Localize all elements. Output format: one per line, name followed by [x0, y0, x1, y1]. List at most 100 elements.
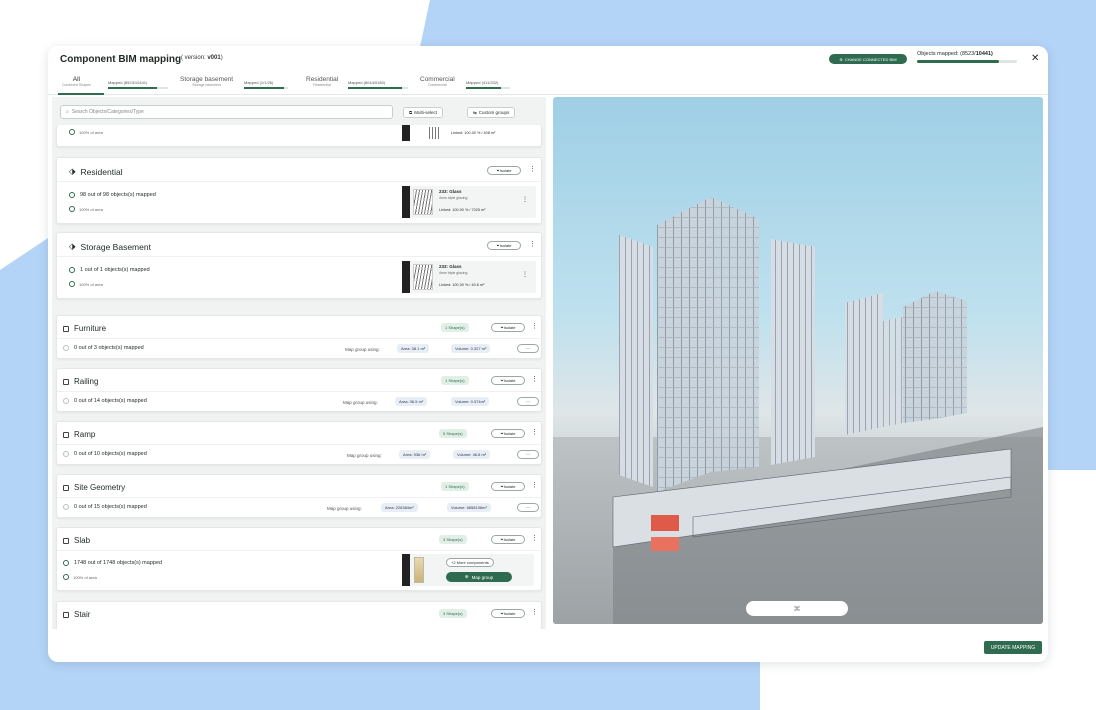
custom-groups-label: Custom groups	[478, 110, 510, 115]
far-tower-2	[883, 317, 903, 427]
change-connected-bim-button[interactable]: ⊕ CHANGE CONNECTED BIM	[829, 54, 907, 64]
volume-chip[interactable]: Volume: 6858106m³	[447, 503, 491, 512]
grid-icon	[63, 611, 69, 618]
volume-chip[interactable]: Volume: 46.8 m³	[453, 450, 491, 459]
tab-storage-progress-fill	[244, 87, 284, 89]
more-button[interactable]: ⋯	[517, 344, 539, 353]
mapped-text: 1748 out of 1748 objects(s) mapped	[74, 560, 163, 566]
search-placeholder: Search Objects/Categories/Type	[71, 109, 144, 115]
map-group-button[interactable]: ⊕ Map group	[446, 572, 512, 582]
volume-chip[interactable]: Volume: 0.374m³	[451, 397, 490, 406]
isolate-button[interactable]: ⏷ Isolate	[491, 535, 525, 544]
objects-mapped-text: Objects mapped: (8523/10441)	[917, 51, 1021, 57]
isolate-button[interactable]: ⏷ Isolate	[491, 429, 525, 438]
viewer-toggle-button[interactable]: ⌘	[746, 601, 848, 616]
group-title: ⬗ Residential	[69, 166, 123, 177]
divider	[57, 338, 541, 339]
map-group-label: Map group using:	[347, 453, 382, 458]
component-selected-tab	[402, 261, 410, 293]
kebab-icon[interactable]: ⋮	[531, 428, 538, 436]
isolate-button[interactable]: ⏷ Isolate	[491, 323, 525, 332]
category-title: Slab	[63, 536, 90, 545]
tab-all-mapped: Mapped (8523/10441)	[108, 80, 168, 89]
area-row: 100% of area	[69, 129, 103, 135]
grid-icon	[63, 537, 69, 544]
update-mapping-button[interactable]: UPDATE MAPPING	[984, 641, 1042, 654]
shapes-badge[interactable]: 1 Shape(s)	[441, 376, 469, 385]
mapped-radio[interactable]	[63, 504, 69, 510]
close-icon[interactable]: ✕	[1031, 53, 1039, 64]
component-thumbnail	[413, 264, 433, 290]
volume-chip[interactable]: Volume: 0.327 m³	[451, 344, 491, 353]
isolate-label: Isolate	[503, 611, 516, 616]
grid-icon	[63, 378, 69, 385]
signage-top	[651, 515, 679, 531]
mapped-radio[interactable]	[63, 398, 69, 404]
isolate-label: Isolate	[503, 431, 516, 436]
category-card-railing: Railing 1 Shape(s) ⏷ Isolate ⋮ 0 out of 1…	[56, 368, 542, 412]
component-card[interactable]: 233: Glass 4mm triple glazing Linked: 10…	[402, 261, 536, 293]
multi-select-button[interactable]: ⧉ Multi-select	[403, 107, 443, 118]
isolate-button[interactable]: ⏷ Isolate	[491, 609, 525, 618]
kebab-icon[interactable]: ⋮	[522, 271, 528, 278]
isolate-button[interactable]: ⏷ Isolate	[491, 482, 525, 491]
mapped-radio[interactable]	[63, 345, 69, 351]
component-selected-tab	[402, 554, 410, 586]
area-chip[interactable]: Area: 226384m²	[381, 503, 418, 512]
shapes-badge[interactable]: 3 Shape(s)	[439, 609, 467, 618]
component-link: Linked: 100.00 % / 40.6 m²	[439, 283, 485, 287]
mapped-row: 0 out of 15 objects(s) mapped	[63, 504, 147, 510]
kebab-icon[interactable]: ⋮	[531, 534, 538, 542]
far-tower-1	[845, 293, 883, 435]
more-button[interactable]: ⋯	[517, 503, 539, 512]
isolate-button[interactable]: ⏷ Isolate	[487, 241, 521, 250]
more-components-button[interactable]: +2 More components	[446, 558, 494, 567]
kebab-icon[interactable]: ⋮	[531, 375, 538, 383]
mapped-radio[interactable]	[63, 451, 69, 457]
area-chip[interactable]: Area: 38.1 m²	[397, 344, 430, 353]
group-card-storage-basement: ⬗ Storage Basement ⏷ Isolate ⋮ 1 out of 1 …	[56, 232, 542, 299]
component-card[interactable]: +2 More components ⊕ Map group	[402, 554, 534, 586]
tab-all[interactable]: All Combined Shapes	[62, 76, 91, 87]
custom-groups-button[interactable]: ⇆ Custom groups	[467, 107, 516, 118]
group-name: Residential	[80, 166, 123, 177]
tab-storage-name: Storage basement	[180, 76, 234, 83]
kebab-icon[interactable]: ⋮	[522, 196, 528, 203]
kebab-icon[interactable]: ⋮	[531, 322, 538, 330]
objects-mapped-progress	[917, 60, 1017, 63]
component-thumbnail	[427, 127, 439, 139]
category-card-furniture: Furniture 1 Shape(s) ⏷ Isolate ⋮ 0 out of…	[56, 315, 542, 359]
more-button[interactable]: ⋯	[517, 397, 539, 406]
component-thumbnail	[414, 557, 424, 583]
kebab-icon[interactable]: ⋮	[531, 481, 538, 489]
tab-commercial-mapped: Mapped (411/332)	[466, 80, 510, 89]
area-chip[interactable]: Area: 36.5 m²	[395, 397, 428, 406]
category-card-slab: Slab 3 Shape(s) ⏷ Isolate ⋮ 1748 out of 1…	[56, 527, 542, 591]
kebab-icon[interactable]: ⋮	[529, 240, 536, 248]
search-input[interactable]: ⌕ Search Objects/Categories/Type	[60, 105, 393, 119]
area-label: 100% of area	[73, 574, 97, 580]
change-bim-label: CHANGE CONNECTED BIM	[844, 56, 897, 62]
tab-residential[interactable]: Residential Residential	[306, 76, 338, 87]
area-row: 100% of area	[63, 574, 97, 580]
tab-storage-basement[interactable]: Storage basement Storage basement	[180, 76, 233, 87]
map-group-label: Map group using:	[343, 400, 378, 405]
shapes-badge[interactable]: 3 Shape(s)	[439, 535, 467, 544]
kebab-icon[interactable]: ⋮	[531, 608, 538, 616]
shapes-badge[interactable]: 1 Shape(s)	[441, 482, 469, 491]
component-desc: 4mm triple glazing	[439, 196, 468, 200]
more-button[interactable]: ⋯	[517, 450, 539, 459]
area-chip[interactable]: Area: 936 m²	[399, 450, 431, 459]
tab-commercial-name: Commercial	[420, 76, 455, 83]
divider	[57, 497, 541, 498]
shapes-badge[interactable]: 1 Shape(s)	[441, 323, 469, 332]
divider	[57, 256, 541, 257]
shapes-badge[interactable]: 5 Shape(s)	[439, 429, 467, 438]
tab-commercial[interactable]: Commercial Commercial	[420, 76, 455, 87]
isolate-button[interactable]: ⏷ Isolate	[491, 376, 525, 385]
kebab-icon[interactable]: ⋮	[529, 165, 536, 173]
tab-bar: All Combined Shapes Mapped (8523/10441) …	[48, 76, 1048, 117]
isolate-button[interactable]: ⏷ Isolate	[487, 166, 521, 175]
component-card[interactable]: 233: Glass 4mm triple glazing Linked: 10…	[402, 186, 536, 218]
3d-model-viewer[interactable]: ⌘	[553, 97, 1043, 624]
